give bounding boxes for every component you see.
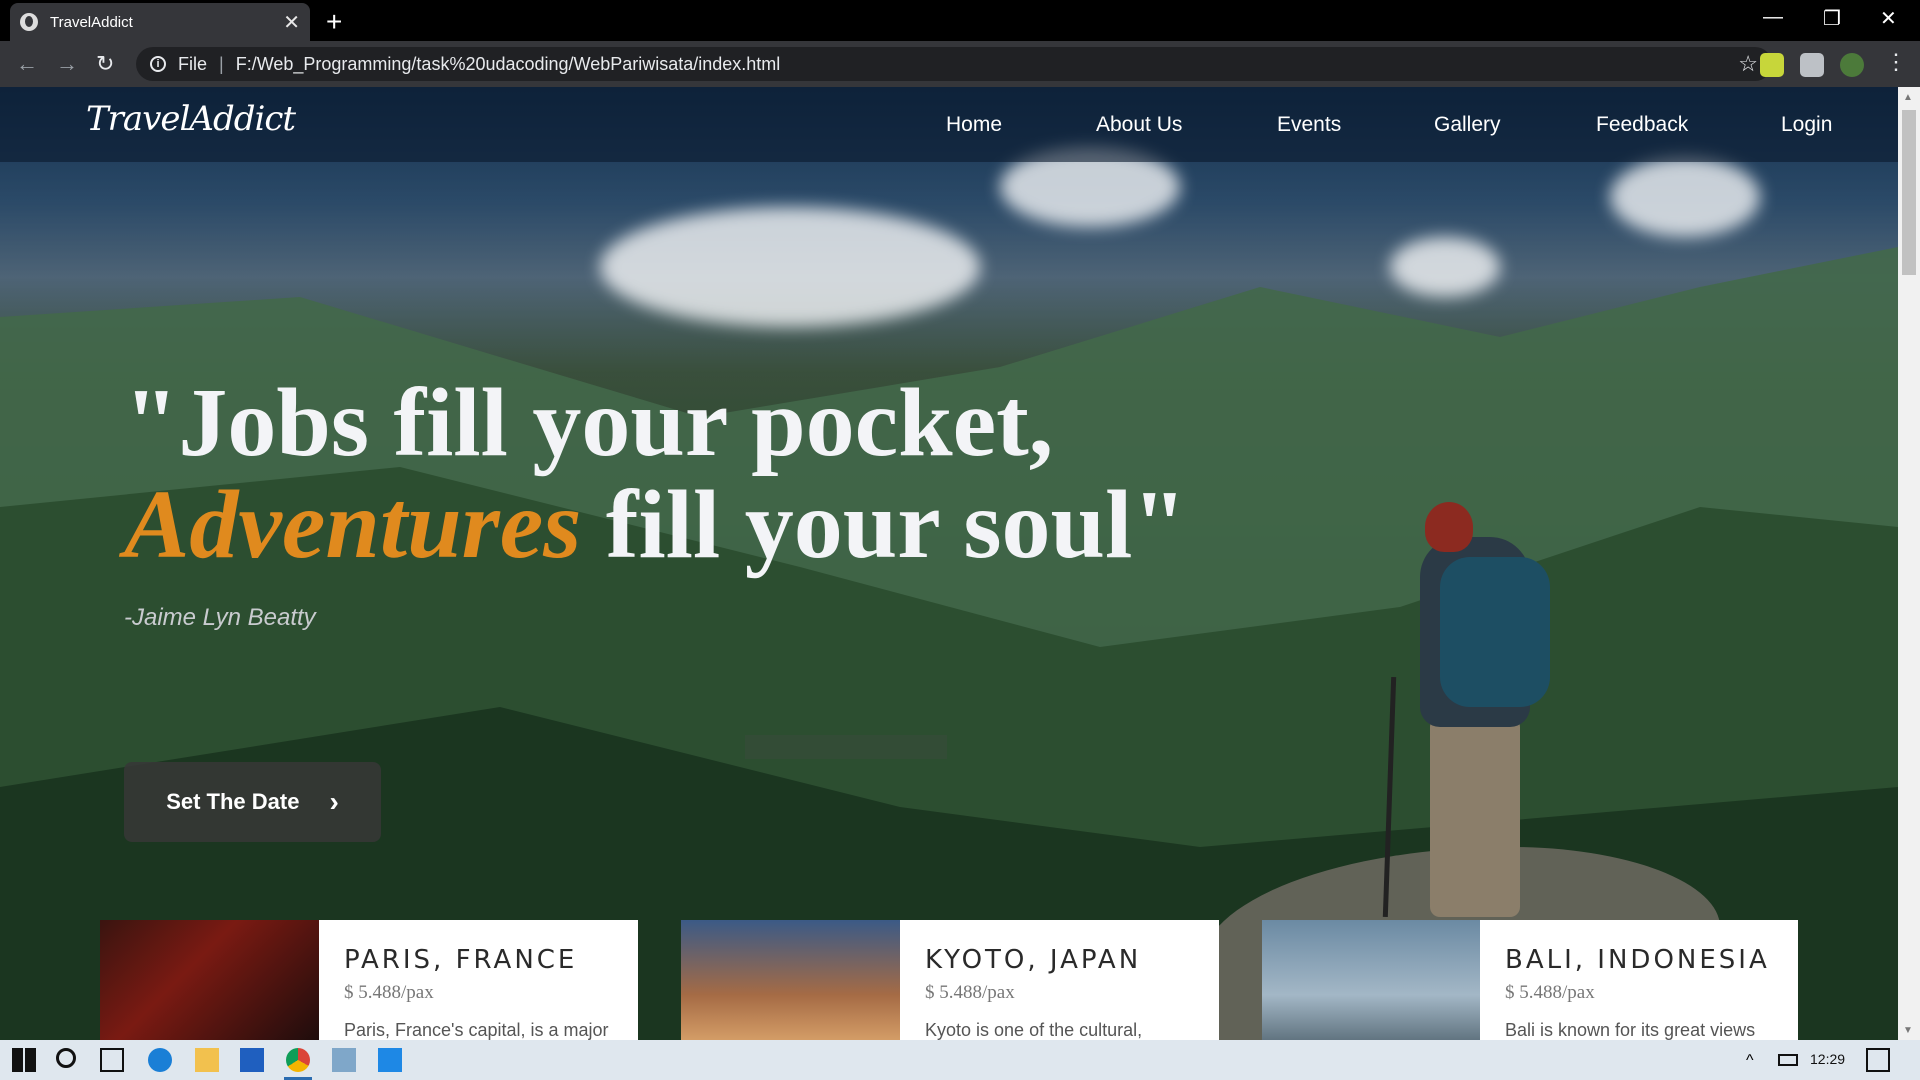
- site-navbar: TravelAddict Home About Us Events Galler…: [0, 87, 1898, 162]
- card-price: $ 5.488/pax: [925, 982, 1015, 1003]
- windows-taskbar: ^ 12:29: [0, 1040, 1920, 1080]
- close-window-button[interactable]: ✕: [1880, 6, 1897, 31]
- card-title: PARIS, FRANCE: [344, 945, 578, 975]
- card-description: Kyoto is one of the cultural,: [925, 1020, 1143, 1040]
- system-clock[interactable]: 12:29: [1810, 1051, 1845, 1067]
- hiker-legs: [1430, 717, 1520, 917]
- paris-image: [100, 920, 319, 1040]
- scroll-down-arrow-icon[interactable]: ▼: [1903, 1025, 1913, 1036]
- menu-kebab-icon[interactable]: ⋮: [1885, 49, 1907, 75]
- hero-quote-rest: fill your soul": [581, 471, 1187, 579]
- address-separator: |: [219, 53, 224, 74]
- notification-icon[interactable]: [1866, 1048, 1890, 1072]
- chevron-up-icon[interactable]: ^: [1746, 1052, 1760, 1069]
- card-description: Bali is known for its great views: [1505, 1020, 1756, 1040]
- hero-section: TravelAddict Home About Us Events Galler…: [0, 87, 1898, 1040]
- forward-icon[interactable]: →: [56, 51, 78, 77]
- card-description: Paris, France's capital, is a major: [344, 1020, 609, 1040]
- scroll-up-arrow-icon[interactable]: ▲: [1903, 92, 1913, 103]
- bali-image: [1262, 920, 1481, 1040]
- file-label: File: [178, 53, 208, 74]
- chrome-icon[interactable]: [286, 1048, 310, 1072]
- browser-toolbar: ← → ↻ i File | F:/Web_Programming/task%2…: [0, 41, 1920, 87]
- destination-card[interactable]: KYOTO, JAPAN $ 5.488/pax Kyoto is one of…: [900, 920, 1219, 1040]
- scrollbar-thumb[interactable]: [1902, 110, 1916, 275]
- destination-card[interactable]: PARIS, FRANCE $ 5.488/pax Paris, France'…: [319, 920, 638, 1040]
- vscode-icon[interactable]: [378, 1048, 402, 1072]
- restore-button[interactable]: ❐: [1823, 6, 1841, 31]
- file-explorer-icon[interactable]: [195, 1048, 219, 1072]
- browser-tab[interactable]: TravelAddict ✕: [10, 3, 310, 41]
- app-icon[interactable]: [332, 1048, 356, 1072]
- hero-quote-accent: Adventures: [124, 471, 582, 579]
- site-info-icon[interactable]: i: [150, 56, 166, 72]
- card-title: KYOTO, JAPAN: [925, 945, 1142, 975]
- search-icon[interactable]: [56, 1048, 76, 1068]
- backpack: [1440, 557, 1550, 707]
- nav-feedback[interactable]: Feedback: [1596, 113, 1688, 137]
- chevron-right-icon: ›: [329, 786, 339, 817]
- tab-title: TravelAddict: [50, 13, 133, 31]
- card-price: $ 5.488/pax: [344, 982, 434, 1003]
- new-tab-button[interactable]: +: [326, 6, 342, 38]
- nav-login[interactable]: Login: [1781, 113, 1832, 137]
- address-bar[interactable]: i File | F:/Web_Programming/task%20udaco…: [136, 47, 1772, 81]
- browser-tab-bar: TravelAddict ✕ + — ❐ ✕: [0, 0, 1920, 41]
- card-price: $ 5.488/pax: [1505, 982, 1595, 1003]
- reload-icon[interactable]: ↻: [96, 51, 114, 77]
- extension-icon[interactable]: [1760, 53, 1784, 77]
- edge-icon[interactable]: [148, 1048, 172, 1072]
- nav-events[interactable]: Events: [1277, 113, 1341, 137]
- hero-quote-line-1: "Jobs fill your pocket,: [124, 369, 1054, 477]
- globe-icon: [20, 13, 38, 31]
- battery-icon[interactable]: [1778, 1054, 1798, 1066]
- site-logo[interactable]: TravelAddict: [86, 99, 296, 139]
- nav-gallery[interactable]: Gallery: [1434, 113, 1501, 137]
- set-the-date-button[interactable]: Set The Date ›: [124, 762, 381, 842]
- minimize-button[interactable]: —: [1763, 6, 1783, 29]
- hiker-head: [1425, 502, 1473, 552]
- url-text[interactable]: F:/Web_Programming/task%20udacoding/WebP…: [236, 54, 781, 75]
- nav-about-us[interactable]: About Us: [1096, 113, 1182, 137]
- task-view-icon[interactable]: [100, 1048, 124, 1072]
- nav-home[interactable]: Home: [946, 113, 1002, 137]
- profile-avatar[interactable]: [1840, 53, 1864, 77]
- windows-start-icon[interactable]: [12, 1048, 36, 1072]
- hero-quote-line-2: Adventures fill your soul": [124, 469, 1187, 581]
- back-icon[interactable]: ←: [16, 51, 38, 77]
- page-viewport: TravelAddict Home About Us Events Galler…: [0, 87, 1898, 1040]
- close-tab-icon[interactable]: ✕: [283, 10, 300, 35]
- cta-label: Set The Date: [166, 789, 300, 814]
- bookmark-star-icon[interactable]: ☆: [1738, 51, 1758, 77]
- mail-icon[interactable]: [240, 1048, 264, 1072]
- card-title: BALI, INDONESIA: [1505, 945, 1770, 975]
- destination-card[interactable]: BALI, INDONESIA $ 5.488/pax Bali is know…: [1480, 920, 1798, 1040]
- puzzle-icon[interactable]: [1800, 53, 1824, 77]
- kyoto-image: [681, 920, 900, 1040]
- faint-overlay-box: [745, 735, 947, 759]
- quote-author: -Jaime Lyn Beatty: [124, 604, 316, 631]
